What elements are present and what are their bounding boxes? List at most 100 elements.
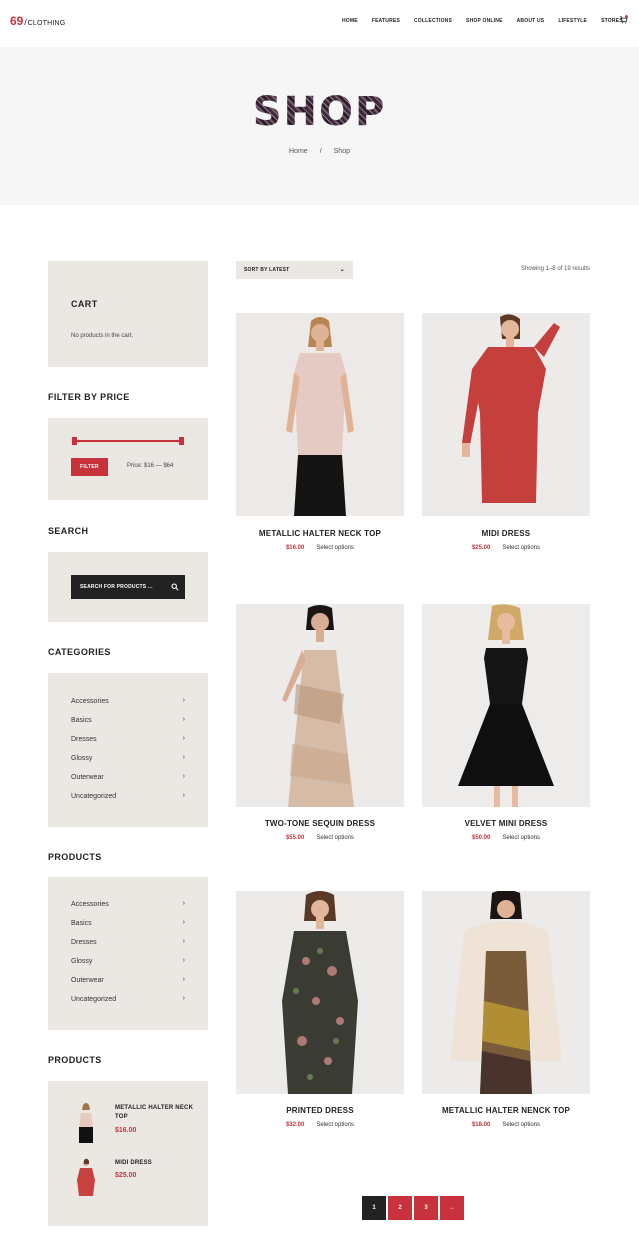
category-label: Uncategorized	[71, 793, 117, 800]
nav-shop-online[interactable]: SHOP ONLINE	[466, 18, 503, 24]
page-hero: SHOP Home / Shop	[0, 47, 639, 205]
product-name[interactable]: MIDI DRESS	[115, 1159, 195, 1168]
product-meta: $18.00 Select options	[422, 1122, 590, 1128]
category-label: Accessories	[71, 698, 109, 705]
logo-slash: /	[24, 18, 27, 27]
category-item[interactable]: Outerwear ›	[71, 976, 185, 989]
site-header: 69/CLOTHING HOME FEATURES COLLECTIONS SH…	[0, 0, 639, 46]
category-label: Outerwear	[71, 977, 104, 984]
nav-collections[interactable]: COLLECTIONS	[414, 18, 452, 24]
price-slider-max-handle[interactable]	[179, 437, 184, 445]
categories-widget: Accessories › Basics › Dresses › Glossy › Ou…	[48, 673, 208, 827]
breadcrumb-separator: /	[319, 148, 322, 155]
next-page-button[interactable]: →	[440, 1196, 464, 1220]
category-label: Dresses	[71, 736, 97, 743]
category-label: Accessories	[71, 901, 109, 908]
category-item[interactable]: Dresses ›	[71, 735, 185, 748]
product-title[interactable]: VELVET MINI DRESS	[422, 819, 590, 828]
chevron-down-icon: ⌄	[339, 267, 345, 273]
chevron-right-icon: ›	[182, 754, 185, 761]
sort-dropdown[interactable]: SORT BY LATEST ⌄	[236, 261, 353, 279]
product-thumb-image[interactable]	[71, 1101, 101, 1145]
products-categories-widget: Accessories › Basics › Dresses › Glossy › Ou…	[48, 877, 208, 1030]
category-label: Outerwear	[71, 774, 104, 781]
product-price: $18.00	[471, 1122, 491, 1128]
cart-empty-message: No products in the cart.	[71, 333, 134, 339]
select-options-link[interactable]: Select options	[316, 545, 354, 551]
page-2-button[interactable]: 2	[388, 1196, 412, 1220]
product-price: $55.00	[285, 835, 305, 841]
select-options-link[interactable]: Select options	[316, 1122, 354, 1128]
select-options-link[interactable]: Select options	[502, 835, 540, 841]
select-options-link[interactable]: Select options	[316, 835, 354, 841]
product-photo	[422, 313, 590, 516]
select-options-link[interactable]: Select options	[502, 545, 540, 551]
select-options-link[interactable]: Select options	[502, 1122, 540, 1128]
search-form	[71, 575, 185, 599]
products-list-widget: METALLIC HALTER NECK TOP $16.00 MIDI DRE…	[48, 1081, 208, 1226]
product-price: $25.00	[471, 545, 491, 551]
category-item[interactable]: Uncategorized ›	[71, 792, 185, 805]
product-image[interactable]	[236, 891, 404, 1094]
breadcrumb: Home / Shop	[0, 148, 639, 155]
search-input[interactable]	[80, 582, 166, 592]
product-image[interactable]	[422, 313, 590, 516]
logo-text: CLOTHING	[27, 20, 66, 27]
nav-about-us[interactable]: ABOUT US	[517, 18, 545, 24]
product-thumb-image[interactable]	[71, 1158, 101, 1202]
filter-price-title: FILTER BY PRICE	[48, 392, 130, 402]
product-title[interactable]: TWO-TONE SEQUIN DRESS	[236, 819, 404, 828]
category-item[interactable]: Outerwear ›	[71, 773, 185, 786]
category-item[interactable]: Uncategorized ›	[71, 995, 185, 1008]
product-title[interactable]: PRINTED DRESS	[236, 1106, 404, 1115]
category-item[interactable]: Dresses ›	[71, 938, 185, 951]
nav-home[interactable]: HOME	[342, 18, 358, 24]
main-nav: HOME FEATURES COLLECTIONS SHOP ONLINE AB…	[342, 18, 637, 24]
category-item[interactable]: Glossy ›	[71, 957, 185, 970]
category-item[interactable]: Accessories ›	[71, 697, 185, 710]
page-1-button[interactable]: 1	[362, 1196, 386, 1220]
breadcrumb-home[interactable]: Home	[289, 148, 308, 155]
page-3-button[interactable]: 3	[414, 1196, 438, 1220]
product-price: $25.00	[115, 1172, 137, 1179]
product-image[interactable]	[236, 604, 404, 807]
products-categories-title: PRODUCTS	[48, 852, 102, 862]
price-slider-min-handle[interactable]	[72, 437, 77, 445]
chevron-right-icon: ›	[182, 995, 185, 1002]
filter-button[interactable]: FILTER	[71, 458, 108, 476]
product-photo	[236, 891, 404, 1094]
product-meta: $25.00 Select options	[422, 545, 590, 551]
product-image[interactable]	[422, 891, 590, 1094]
product-title[interactable]: METALLIC HALTER NECK TOP	[236, 529, 404, 538]
product-image[interactable]	[422, 604, 590, 807]
product-title[interactable]: MIDI DRESS	[422, 529, 590, 538]
category-label: Dresses	[71, 939, 97, 946]
price-slider-track[interactable]	[73, 440, 183, 442]
category-item[interactable]: Basics ›	[71, 716, 185, 729]
product-image[interactable]	[236, 313, 404, 516]
product-title[interactable]: METALLIC HALTER NENCK TOP	[422, 1106, 590, 1115]
product-meta: $32.00 Select options	[236, 1122, 404, 1128]
chevron-right-icon: ›	[182, 919, 185, 926]
category-item[interactable]: Accessories ›	[71, 900, 185, 913]
nav-lifestyle[interactable]: LIFESTYLE	[558, 18, 587, 24]
chevron-right-icon: ›	[182, 792, 185, 799]
product-photo	[236, 313, 404, 516]
chevron-right-icon: ›	[182, 938, 185, 945]
product-price: $16.00	[285, 545, 305, 551]
product-meta: $55.00 Select options	[236, 835, 404, 841]
product-name[interactable]: METALLIC HALTER NECK TOP	[115, 1104, 195, 1122]
cart-icon[interactable]	[619, 15, 628, 24]
price-filter-widget: FILTER Price: $16 — $64	[48, 418, 208, 500]
breadcrumb-current: Shop	[333, 148, 350, 155]
price-range-label: Price: $16 — $64	[127, 463, 174, 469]
category-item[interactable]: Basics ›	[71, 919, 185, 932]
search-title: SEARCH	[48, 526, 89, 536]
category-item[interactable]: Glossy ›	[71, 754, 185, 767]
category-label: Glossy	[71, 958, 93, 965]
logo[interactable]: 69/CLOTHING	[10, 14, 65, 28]
nav-features[interactable]: FEATURES	[372, 18, 400, 24]
category-label: Basics	[71, 717, 92, 724]
chevron-right-icon: ›	[182, 900, 185, 907]
search-icon[interactable]	[171, 583, 179, 591]
